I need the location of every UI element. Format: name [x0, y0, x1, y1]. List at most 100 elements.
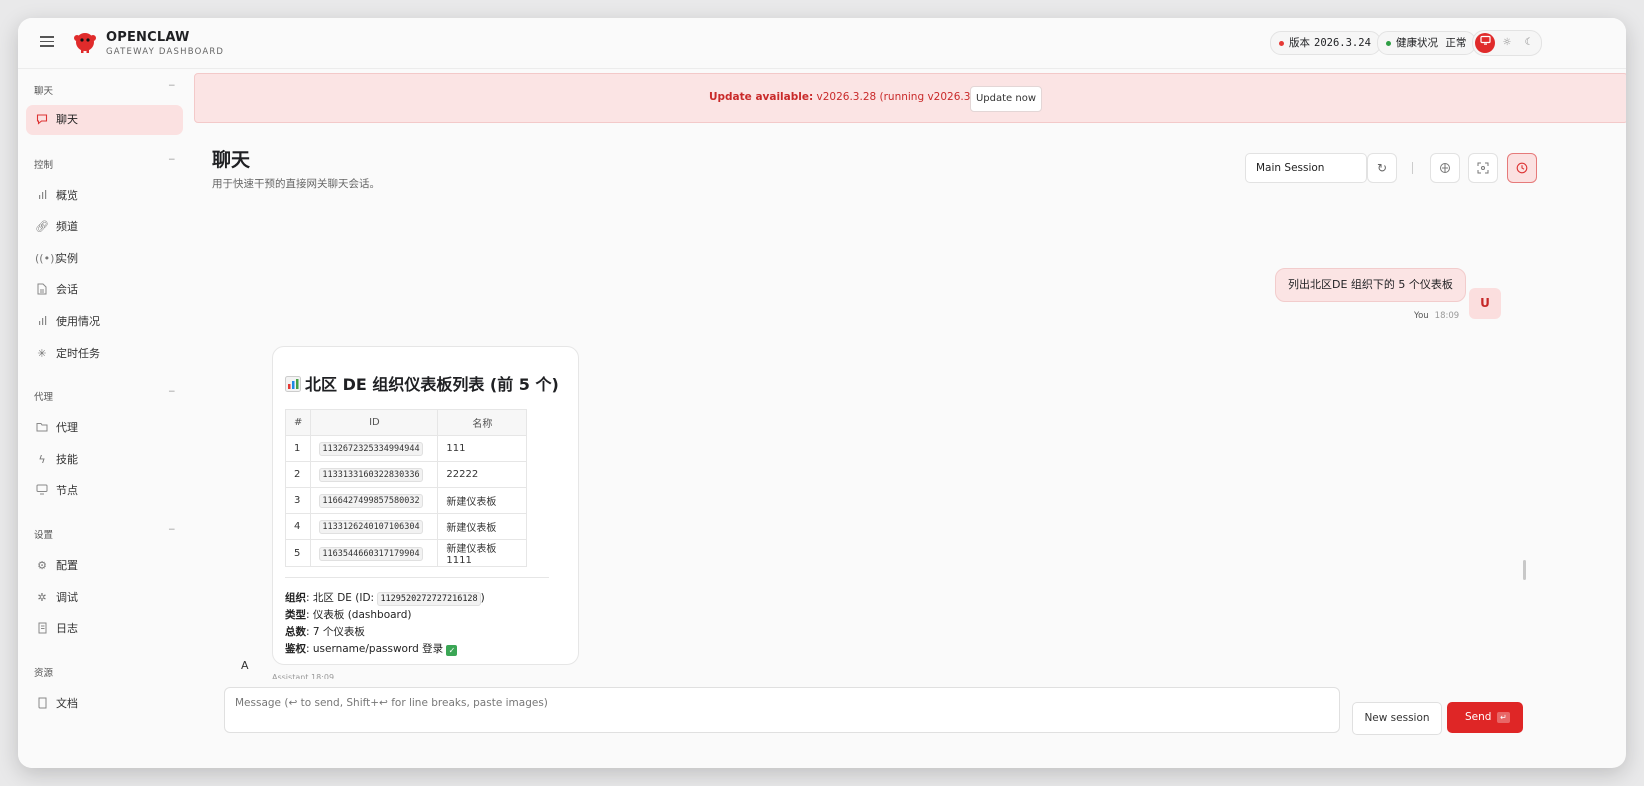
table-cell: 1163544660317179904: [310, 539, 439, 567]
update-message: Update available: v2026.3.28 (running v2…: [709, 91, 995, 103]
id-code: 1166427499857580032: [319, 494, 423, 508]
moon-theme-icon[interactable]: ☾: [1519, 33, 1539, 53]
table-cell: 1133126240107106304: [310, 513, 439, 540]
collapse-icon[interactable]: −: [168, 525, 176, 535]
org-value: : 北区 DE (ID:: [306, 592, 378, 604]
org-label: 组织: [285, 592, 306, 604]
user-message-bubble: 列出北区DE 组织下的 5 个仪表板: [1275, 268, 1466, 302]
document-icon: [35, 275, 49, 305]
table-row: 4 1133126240107106304 新建仪表板: [284, 513, 528, 540]
org-line: 组织: 北区 DE (ID: 1129520272727216128): [285, 590, 485, 606]
card-title: 北区 DE 组织仪表板列表 (前 5 个): [285, 371, 559, 395]
monitor-theme-icon[interactable]: [1475, 33, 1495, 53]
update-now-button[interactable]: Update now: [970, 86, 1042, 112]
auth-label: 鉴权: [285, 643, 306, 655]
table-row: 1 1132672325334994944 111: [284, 435, 528, 462]
sidebar-item-debug[interactable]: ✲ 调试: [26, 583, 183, 613]
id-code: 1133126240107106304: [319, 520, 423, 534]
sidebar-item-usage[interactable]: 使用情况: [26, 307, 183, 337]
table-cell: 4: [284, 513, 312, 540]
table-cell: 1: [284, 435, 312, 462]
bar-chart-icon: [35, 181, 49, 211]
sidebar-item-label: 配置: [56, 559, 78, 572]
sun-theme-icon[interactable]: ☼: [1497, 33, 1517, 53]
total-value: : 7 个仪表板: [306, 626, 365, 638]
update-lead: Update available:: [709, 91, 814, 103]
health-badge: 健康状况 正常: [1377, 31, 1477, 55]
link-icon: 🔗︎: [35, 220, 49, 233]
menu-toggle-icon[interactable]: [40, 34, 56, 48]
send-button[interactable]: Send ↵: [1447, 702, 1523, 733]
user-message-time: 18:09: [1434, 311, 1460, 321]
user-avatar: U: [1469, 288, 1501, 319]
bar-chart-emoji-icon: [285, 376, 301, 392]
gear-icon: ⚙︎: [37, 559, 47, 572]
sidebar-item-instances[interactable]: ((•)) 实例: [26, 244, 183, 274]
version-value: 2026.3.24: [1314, 37, 1371, 49]
sidebar-item-label: 概览: [56, 189, 78, 202]
version-label: 版本: [1289, 37, 1310, 49]
bar-chart-icon: [35, 307, 49, 337]
sidebar-item-label: 文档: [56, 697, 78, 710]
sidebar-item-label: 节点: [56, 484, 78, 497]
card-title-text: 北区 DE 组织仪表板列表 (前 5 个): [305, 375, 559, 394]
new-session-button[interactable]: New session: [1352, 702, 1442, 735]
refresh-button[interactable]: ↻: [1367, 153, 1397, 183]
type-label: 类型: [285, 609, 306, 621]
table-cell: 2: [284, 461, 312, 488]
table-cell: 1132672325334994944: [310, 435, 439, 462]
sidebar-item-logs[interactable]: 日志: [26, 614, 183, 644]
app-window: OPENCLAW GATEWAY DASHBOARD 版本 2026.3.24 健…: [18, 18, 1626, 768]
message-input[interactable]: Message (↩ to send, Shift+↩ for line bre…: [224, 687, 1340, 733]
assistant-message-meta: Assistant 18:09: [272, 673, 335, 679]
sidebar-item-agents[interactable]: 代理: [26, 413, 183, 443]
clock-icon: [1516, 162, 1528, 174]
sidebar-item-config[interactable]: ⚙︎ 配置: [26, 551, 183, 581]
table-header-row: # ID 名称: [284, 409, 528, 436]
sidebar-item-chat[interactable]: 聊天: [26, 105, 183, 135]
brand-title: OPENCLAW: [106, 30, 190, 45]
page-title: 聊天: [212, 149, 251, 171]
auth-line: 鉴权: username/password 登录 ✓: [285, 641, 458, 656]
sidebar-item-overview[interactable]: 概览: [26, 181, 183, 211]
table-cell: 新建仪表板: [437, 487, 528, 514]
sidebar-item-skills[interactable]: ϟ 技能: [26, 445, 183, 475]
table-header: ID: [310, 409, 439, 436]
auth-value: : username/password 登录: [306, 643, 447, 655]
assistant-avatar: A: [241, 659, 249, 672]
focus-button[interactable]: [1468, 153, 1498, 183]
history-button[interactable]: [1507, 153, 1537, 183]
version-badge: 版本 2026.3.24: [1270, 31, 1381, 55]
focus-icon: [1477, 162, 1489, 174]
sidebar-item-sessions[interactable]: 会话: [26, 275, 183, 305]
table-cell: 新建仪表板: [437, 513, 528, 540]
sidebar-item-cron-jobs[interactable]: ✳︎ 定时任务: [26, 339, 183, 369]
table-cell: 3: [284, 487, 312, 514]
sidebar-item-label: 技能: [56, 453, 78, 466]
page-subtitle: 用于快速干预的直接网关聊天会话。: [212, 178, 380, 190]
lightning-icon: ϟ: [38, 453, 46, 466]
sidebar-item-docs[interactable]: 文档: [26, 689, 183, 719]
sidebar-item-channels[interactable]: 🔗︎ 频道: [26, 212, 183, 242]
brain-button[interactable]: [1430, 153, 1460, 183]
collapse-icon[interactable]: −: [168, 81, 176, 91]
assistant-message-card: 北区 DE 组织仪表板列表 (前 5 个) # ID 名称 1 11326723…: [272, 346, 579, 665]
chat-bubble-icon: [35, 105, 49, 135]
chat-scrollbar[interactable]: [1523, 560, 1526, 580]
total-line: 总数: 7 个仪表板: [285, 624, 365, 639]
send-label: Send: [1465, 711, 1492, 723]
table-header: #: [284, 409, 312, 436]
refresh-icon: ↻: [1376, 161, 1388, 175]
monitor-icon: [35, 476, 49, 506]
broadcast-icon: ((•)): [35, 252, 59, 265]
session-select[interactable]: Main Session: [1245, 153, 1367, 183]
top-bar: OPENCLAW GATEWAY DASHBOARD 版本 2026.3.24 健…: [18, 18, 1626, 69]
user-name: You: [1414, 311, 1429, 321]
sidebar-item-nodes[interactable]: 节点: [26, 476, 183, 506]
collapse-icon[interactable]: −: [168, 387, 176, 397]
health-value: 正常: [1445, 37, 1467, 49]
check-mark-icon: ✓: [446, 645, 458, 656]
id-code: 1133133160322830336: [319, 468, 423, 482]
collapse-icon[interactable]: −: [168, 155, 176, 165]
loading-icon: ✳︎: [37, 347, 47, 360]
